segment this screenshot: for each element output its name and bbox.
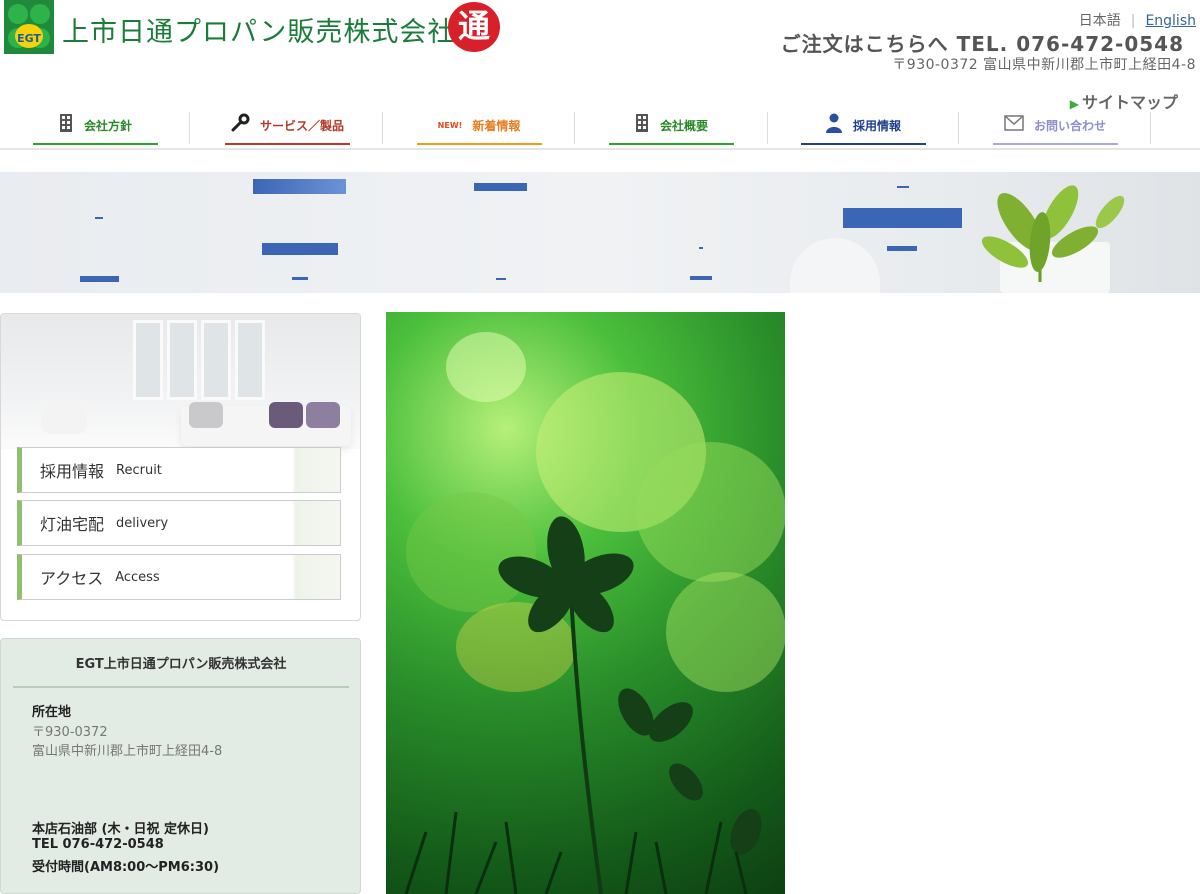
main-nav: 会社方針 サービス／製品 NEW! 新着情報 会社概要 採用情報 お問い合わせ bbox=[0, 110, 1200, 150]
dept-label: 本店石油部 (木・日祝 定休日) bbox=[32, 822, 209, 837]
location-label: 所在地 bbox=[32, 705, 72, 720]
link-jp-label: 灯油宅配 bbox=[40, 515, 105, 534]
link-jp-label: アクセス bbox=[40, 569, 104, 588]
nav-item-contact[interactable]: お問い合わせ bbox=[990, 110, 1120, 146]
company-info-box: EGT上市日通プロパン販売株式会社 所在地 〒930-0372 富山県中新川郡上… bbox=[0, 638, 361, 894]
nav-item-recruit[interactable]: 採用情報 bbox=[798, 110, 928, 146]
nav-label: お問い合わせ bbox=[1033, 118, 1106, 133]
sidebar-links-box: 採用情報 Recruit 灯油宅配 delivery アクセス Access bbox=[0, 313, 361, 621]
nav-label: サービス／製品 bbox=[259, 118, 344, 133]
nav-label: 新着情報 bbox=[472, 118, 521, 133]
nav-item-news[interactable]: NEW! 新着情報 bbox=[414, 110, 544, 146]
triangle-right-icon: ▶ bbox=[1069, 97, 1079, 111]
mail-icon bbox=[1004, 115, 1024, 135]
sidebar-link-access[interactable]: アクセス Access bbox=[17, 554, 341, 600]
link-en-label: delivery bbox=[116, 515, 169, 531]
link-en-label: Access bbox=[115, 569, 160, 585]
lang-english-link[interactable]: English bbox=[1145, 13, 1196, 29]
dept-hours: 受付時間(AM8:00～PM6:30) bbox=[32, 860, 220, 875]
company-name-logo[interactable]: 上市日通プロパン販売株式会社 bbox=[62, 10, 455, 49]
top-banner bbox=[0, 172, 1200, 293]
nav-label: 採用情報 bbox=[852, 118, 901, 133]
room-illustration bbox=[1, 314, 360, 449]
plant-leaves-illustration bbox=[981, 185, 1125, 282]
company-info-title: EGT上市日通プロパン販売株式会社 bbox=[13, 653, 349, 688]
link-jp-label: 採用情報 bbox=[40, 462, 105, 481]
lang-separator: | bbox=[1130, 13, 1136, 29]
building-icon bbox=[58, 113, 74, 137]
dept-tel: TEL 076-472-0548 bbox=[32, 837, 164, 852]
nav-item-policy[interactable]: 会社方針 bbox=[30, 110, 160, 146]
link-en-label: Recruit bbox=[116, 462, 162, 478]
logo-mark-text: EGT bbox=[17, 32, 41, 45]
lang-japanese[interactable]: 日本語 bbox=[1079, 13, 1121, 29]
header-address: 〒930-0372 富山県中新川郡上市町上経田4-8 bbox=[892, 57, 1196, 73]
nav-label: 会社概要 bbox=[659, 118, 708, 133]
nav-label: 会社方針 bbox=[83, 118, 132, 133]
nav-item-company[interactable]: 会社概要 bbox=[606, 110, 736, 146]
sidebar-link-recruit[interactable]: 採用情報 Recruit bbox=[17, 447, 341, 493]
company-address: 富山県中新川郡上市町上経田4-8 bbox=[32, 744, 223, 759]
company-logo-mark[interactable]: EGT bbox=[4, 0, 54, 54]
building-icon bbox=[634, 113, 650, 137]
new-badge-icon: NEW! bbox=[437, 120, 463, 130]
person-icon bbox=[825, 113, 843, 137]
clover-hero-image bbox=[386, 312, 785, 894]
postal-code: 〒930-0372 bbox=[32, 725, 108, 740]
tsu-seal-logo: 通 bbox=[448, 2, 500, 52]
teapot-illustration bbox=[790, 238, 880, 293]
nav-item-services[interactable]: サービス／製品 bbox=[222, 110, 352, 146]
wrench-icon bbox=[230, 113, 250, 137]
sidebar-link-delivery[interactable]: 灯油宅配 delivery bbox=[17, 500, 341, 546]
order-phone: ご注文はこちらへ TEL. 076-472-0548 bbox=[780, 32, 1184, 56]
language-switcher: 日本語 | English bbox=[1079, 10, 1196, 30]
